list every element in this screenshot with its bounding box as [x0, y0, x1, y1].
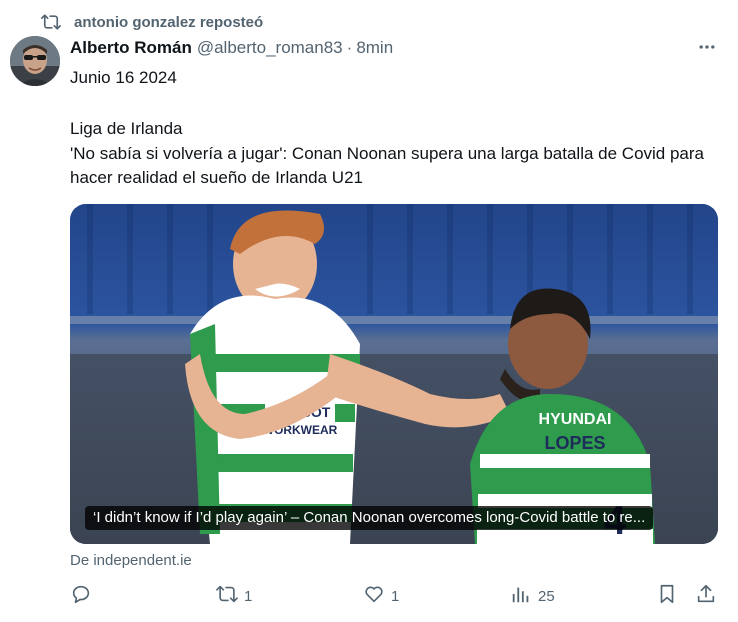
author-name[interactable]: Alberto Román — [70, 38, 192, 58]
heart-icon — [363, 583, 385, 609]
more-options-button[interactable] — [696, 38, 718, 60]
author-handle[interactable]: @alberto_roman83 — [197, 38, 343, 58]
shirt-name: LOPES — [544, 433, 605, 453]
like-count: 1 — [391, 587, 400, 605]
share-button[interactable] — [695, 582, 717, 610]
repost-button[interactable]: 1 — [216, 582, 252, 610]
post-date-text: Junio 16 2024 — [70, 68, 177, 87]
post-body-line: 'No sabía si volvería a jugar': Conan No… — [70, 143, 704, 188]
bookmark-button[interactable] — [656, 582, 678, 610]
link-card[interactable]: MASCOT WORKWEAR HYUNDAI LOPES 4 ‘I didn’… — [70, 204, 718, 544]
reply-icon — [70, 583, 92, 609]
card-image: MASCOT WORKWEAR HYUNDAI LOPES 4 — [70, 204, 718, 544]
repost-label[interactable]: antonio gonzalez reposteó — [74, 14, 263, 31]
repost-icon — [40, 11, 62, 33]
shirt-sponsor-right: HYUNDAI — [539, 411, 612, 428]
bookmark-icon — [656, 583, 678, 609]
reply-button[interactable] — [70, 582, 92, 610]
avatar[interactable] — [10, 36, 60, 86]
post-body: Liga de Irlanda 'No sabía si volvería a … — [70, 117, 725, 191]
card-source[interactable]: De independent.ie — [70, 552, 192, 569]
more-icon — [697, 37, 717, 62]
post-body-line: Liga de Irlanda — [70, 119, 183, 138]
separator-dot: · — [346, 38, 353, 57]
action-bar: 1 1 25 — [70, 582, 720, 610]
repost-count: 1 — [244, 587, 253, 605]
card-caption: ‘I didn’t know if I’d play again’ – Cona… — [85, 506, 654, 530]
views-count: 25 — [538, 587, 555, 605]
repost-icon — [216, 583, 238, 609]
share-icon — [695, 583, 717, 609]
post-time[interactable]: 8min — [356, 38, 393, 58]
repost-header: antonio gonzalez reposteó — [40, 11, 263, 33]
analytics-icon — [510, 583, 532, 609]
post-header: Alberto Román @alberto_roman83 · 8min — [70, 38, 393, 62]
views-button[interactable]: 25 — [510, 582, 555, 610]
like-button[interactable]: 1 — [363, 582, 399, 610]
